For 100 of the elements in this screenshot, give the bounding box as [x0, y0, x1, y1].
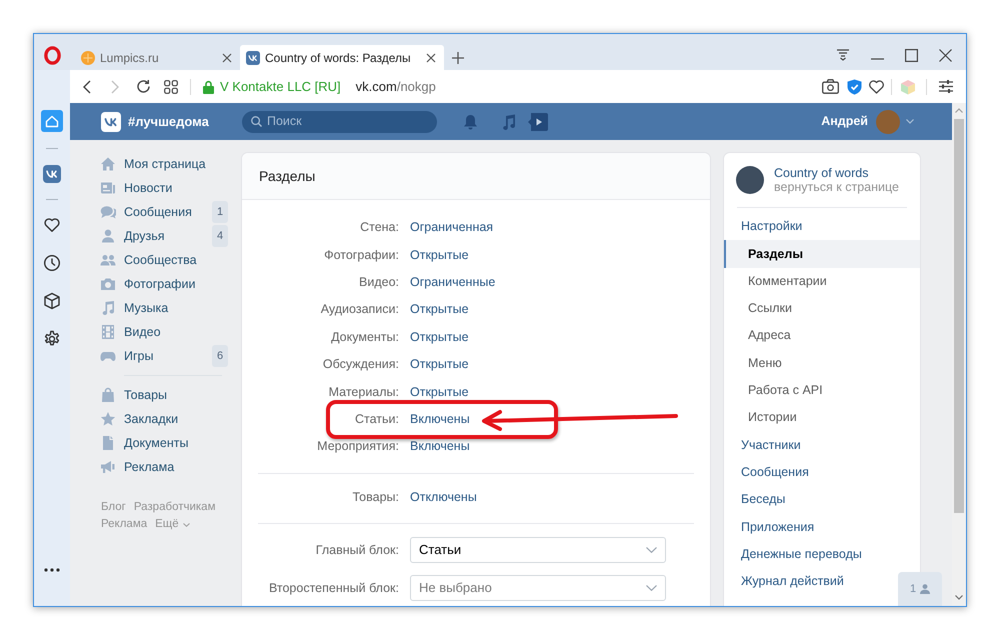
community-avatar — [736, 166, 764, 194]
nav-item[interactable]: Комментарии — [724, 268, 831, 295]
nav-item[interactable]: Журнал действий — [724, 568, 848, 596]
scrollbar-thumb[interactable] — [954, 119, 964, 513]
field-label: Обсуждения: — [322, 356, 399, 374]
nav-item[interactable]: Разделы — [724, 240, 920, 268]
menu-item[interactable]: Закладки — [98, 407, 178, 431]
menu-item[interactable]: Новости — [98, 176, 172, 200]
nav-item[interactable]: Приложения — [724, 513, 818, 541]
count-badge: 1 — [212, 201, 228, 223]
menu-item[interactable]: Фотографии — [98, 272, 196, 296]
field-value[interactable]: Открытые — [410, 382, 469, 402]
field-value[interactable]: Включены — [410, 410, 470, 429]
shield-icon[interactable] — [847, 78, 862, 94]
menu-item[interactable]: Друзья — [98, 224, 165, 248]
menu-item[interactable]: Сообщества — [98, 248, 197, 272]
field-label: Фотографии: — [323, 246, 399, 264]
camera-icon — [100, 276, 116, 292]
minimize-icon[interactable] — [870, 58, 884, 60]
nav-item[interactable]: Ссылки — [724, 294, 796, 322]
address-field[interactable]: V Kontakte LLC [RU] vk.com/nokgp — [203, 74, 803, 100]
menu-item[interactable]: Видео — [98, 320, 161, 344]
field-label: Аудиозаписи: — [320, 301, 399, 318]
plus-icon[interactable] — [452, 52, 464, 64]
field-value[interactable]: Включены — [410, 437, 470, 456]
settings-icon[interactable] — [43, 330, 61, 348]
close-icon[interactable] — [222, 52, 232, 62]
browser-tab[interactable]: Country of words: Разделы — [240, 45, 444, 70]
chevron-down-icon — [646, 546, 657, 553]
logo-icon[interactable] — [44, 46, 61, 65]
maximize-icon[interactable] — [904, 48, 918, 62]
nav-item[interactable]: Беседы — [724, 486, 790, 514]
menu-item[interactable]: Реклама — [98, 455, 174, 479]
menu-icon[interactable] — [836, 49, 850, 61]
menu-item[interactable]: Моя страница — [98, 152, 206, 176]
nav-item[interactable]: Адреса — [724, 322, 795, 350]
person-icon — [100, 228, 116, 244]
field-value[interactable]: Открытые — [410, 355, 469, 374]
heart-icon[interactable] — [868, 79, 885, 94]
menu-item[interactable]: Документы — [98, 431, 188, 455]
camera-icon[interactable] — [822, 79, 839, 94]
field-value[interactable]: Отключены — [410, 488, 477, 507]
field-label: Товары: — [352, 488, 399, 506]
close-icon[interactable] — [938, 48, 952, 62]
close-icon[interactable] — [426, 52, 436, 62]
bag-icon — [100, 387, 116, 403]
field-label: Мероприятия: — [316, 438, 399, 456]
menu-item[interactable]: Музыка — [98, 296, 168, 320]
count-badge: 6 — [212, 345, 228, 367]
people-icon — [100, 252, 116, 268]
reload-icon[interactable] — [136, 79, 150, 94]
chevron-down-icon — [646, 584, 657, 591]
chat-bubble-icon — [100, 204, 116, 220]
logo-icon[interactable] — [101, 112, 121, 132]
field-label: Документы: — [330, 328, 399, 346]
home-icon — [100, 156, 116, 172]
menu-item[interactable]: Игры — [98, 344, 154, 368]
menu-item[interactable]: Товары — [98, 383, 167, 407]
caret-icon[interactable] — [906, 119, 914, 124]
star-icon — [100, 411, 116, 427]
favicon-icon — [246, 50, 260, 64]
chat-count: 1 — [910, 582, 916, 597]
url-text: vk.com/nokgp — [356, 78, 436, 96]
menu-item[interactable]: Сообщения — [98, 200, 192, 224]
brand-tag[interactable]: #лучшедома — [128, 112, 209, 132]
film-icon — [100, 324, 116, 340]
select-field[interactable]: Не выбрано — [410, 574, 666, 601]
field-value[interactable]: Открытые — [410, 246, 469, 264]
music-note-icon — [100, 300, 116, 316]
nav-item[interactable]: Денежные переводы — [724, 540, 866, 568]
search-field[interactable]: Поиск — [242, 110, 437, 132]
heart-icon[interactable] — [43, 216, 61, 234]
clock-icon[interactable] — [43, 254, 61, 272]
field-label: Второстепенный блок: — [268, 580, 399, 597]
nav-item[interactable]: Истории — [724, 404, 801, 432]
back-icon[interactable] — [83, 80, 91, 94]
more-icon[interactable] — [44, 568, 60, 572]
nav-item[interactable]: Участники — [724, 431, 805, 459]
play-icon[interactable] — [528, 112, 548, 132]
nav-item[interactable]: Настройки — [724, 213, 806, 240]
nav-item[interactable]: Работа с API — [724, 376, 827, 404]
user-name[interactable]: Андрей — [821, 112, 868, 131]
field-label: Стена: — [359, 219, 399, 236]
browser-tab[interactable]: Lumpics.ru — [75, 45, 240, 70]
logo-icon[interactable] — [43, 165, 61, 183]
field-value[interactable]: Открытые — [410, 300, 469, 320]
sliders-icon[interactable] — [939, 80, 953, 93]
nav-item[interactable]: Сообщения — [724, 458, 813, 486]
count-badge: 4 — [212, 225, 228, 247]
select-field[interactable]: Статьи — [410, 536, 666, 563]
grid-icon[interactable] — [164, 80, 178, 94]
newspaper-icon — [100, 180, 116, 196]
home-icon[interactable] — [41, 110, 63, 132]
community-name[interactable]: Country of words — [774, 166, 899, 180]
nav-item[interactable]: Меню — [724, 349, 786, 377]
cube-icon[interactable] — [43, 292, 61, 310]
field-value[interactable]: Ограниченные — [410, 273, 496, 292]
field-label: Статьи: — [354, 411, 399, 428]
field-value[interactable]: Открытые — [410, 328, 469, 347]
field-value[interactable]: Ограниченная — [410, 218, 494, 238]
